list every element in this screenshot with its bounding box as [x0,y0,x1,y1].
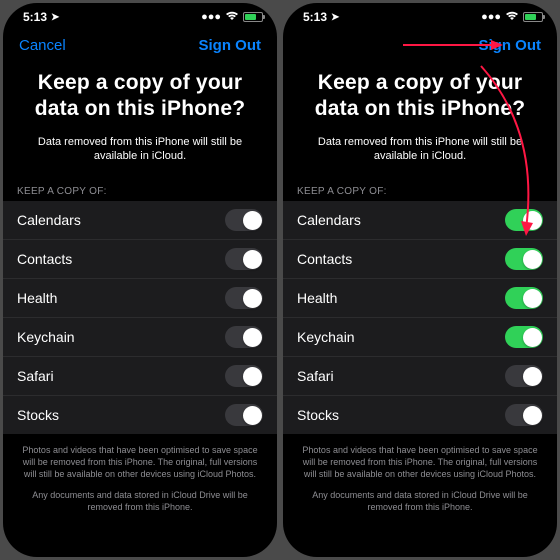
location-icon: ➤ [331,12,339,23]
phone-left: 5:13 ➤ ●●● Cancel Sign Out Keep a copy o… [3,3,277,557]
item-label: Health [17,290,57,306]
toggle-switch[interactable] [225,365,263,387]
item-label: Calendars [297,212,361,228]
page-subtitle: Data removed from this iPhone will still… [283,135,557,181]
toggle-switch[interactable] [225,287,263,309]
section-header: KEEP A COPY OF: [3,180,277,201]
page-title: Keep a copy of your data on this iPhone? [283,60,557,135]
list-item: Safari [3,357,277,396]
list-item: Keychain [283,318,557,357]
nav-bar: Cancel Sign Out [283,31,557,60]
list-item: Calendars [283,201,557,240]
list-item: Stocks [283,396,557,434]
cancel-button[interactable]: Cancel [19,37,66,54]
battery-icon [523,12,543,22]
list-item: Stocks [3,396,277,434]
nav-bar: Cancel Sign Out [3,31,277,60]
item-label: Contacts [17,251,72,267]
signal-icon: ●●● [201,11,221,23]
list-item: Contacts [3,240,277,279]
page-title: Keep a copy of your data on this iPhone? [3,60,277,135]
footer-text: Photos and videos that have been optimis… [3,434,277,521]
item-label: Stocks [297,407,339,423]
toggle-switch[interactable] [225,326,263,348]
item-label: Health [297,290,337,306]
list-item: Calendars [3,201,277,240]
notch [90,3,190,21]
footer-text: Photos and videos that have been optimis… [283,434,557,521]
item-label: Safari [297,368,334,384]
list-item: Keychain [3,318,277,357]
item-label: Keychain [17,329,75,345]
signal-icon: ●●● [481,11,501,23]
status-time: 5:13 [303,10,327,24]
toggle-switch[interactable] [505,209,543,231]
item-label: Stocks [17,407,59,423]
page-subtitle: Data removed from this iPhone will still… [3,135,277,181]
wifi-icon [505,11,519,24]
signout-button[interactable]: Sign Out [199,37,262,54]
toggle-switch[interactable] [225,404,263,426]
options-list-right: Calendars Contacts Health Keychain Safari Sto… [283,201,557,434]
notch [370,3,470,21]
list-item: Safari [283,357,557,396]
toggle-switch[interactable] [505,326,543,348]
status-time: 5:13 [23,10,47,24]
list-item: Health [3,279,277,318]
list-item: Health [283,279,557,318]
toggle-switch[interactable] [225,248,263,270]
toggle-switch[interactable] [505,287,543,309]
phone-right: 5:13 ➤ ●●● Cancel Sign Out Keep a copy o… [283,3,557,557]
toggle-switch[interactable] [225,209,263,231]
signout-button[interactable]: Sign Out [479,37,542,54]
battery-icon [243,12,263,22]
item-label: Keychain [297,329,355,345]
list-item: Contacts [283,240,557,279]
toggle-switch[interactable] [505,365,543,387]
toggle-switch[interactable] [505,248,543,270]
wifi-icon [225,11,239,24]
section-header: KEEP A COPY OF: [283,180,557,201]
location-icon: ➤ [51,12,59,23]
item-label: Safari [17,368,54,384]
item-label: Calendars [17,212,81,228]
toggle-switch[interactable] [505,404,543,426]
options-list-left: Calendars Contacts Health Keychain Safari Sto… [3,201,277,434]
item-label: Contacts [297,251,352,267]
